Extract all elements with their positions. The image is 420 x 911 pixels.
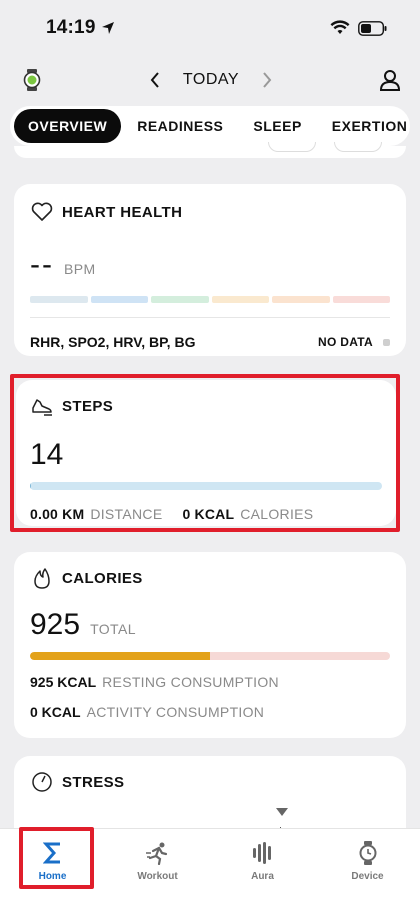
resting-label: RESTING CONSUMPTION [102,674,279,690]
calories-progress-bar [30,652,390,660]
calories-resting-fill [30,652,210,660]
top-header: TODAY [0,56,420,104]
resting-consumption-stat: 925 KCAL RESTING CONSUMPTION [30,674,390,690]
calories-total-value: 925 [30,608,81,641]
wifi-icon [330,20,350,34]
nav-device-label: Device [351,871,384,882]
tab-overview[interactable]: OVERVIEW [14,109,122,143]
bpm-row: -- BPM [30,248,390,282]
nav-device[interactable]: Device [315,835,420,911]
heart-metrics-row: RHR, SPO2, HRV, BP, BG NO DATA [30,334,390,350]
tab-exertion[interactable]: EXERTION [318,109,410,143]
gauge-icon [30,770,54,794]
section-tabs: OVERVIEW READINESS SLEEP EXERTION [10,106,410,146]
card-title: CALORIES [30,566,390,590]
tab-readiness[interactable]: READINESS [123,109,237,143]
nav-workout[interactable]: Workout [105,835,210,911]
tab-sleep[interactable]: SLEEP [239,109,315,143]
status-bar: 14:19 [0,0,420,56]
steps-highlight-box [10,374,400,532]
heart-rate-value: -- [30,248,54,281]
heart-metrics-list: RHR, SPO2, HRV, BP, BG [30,334,196,350]
flame-icon [30,566,54,590]
ring-device-icon[interactable] [20,68,44,92]
person-icon [379,70,400,91]
zone-segment [90,296,148,303]
heart-data-status: NO DATA [318,335,390,349]
stress-title: STRESS [62,773,125,791]
calories-total-row: 925 TOTAL [30,608,390,642]
zone-segment [151,296,209,303]
date-navigator: TODAY [145,70,277,90]
status-dot [383,338,390,346]
nav-aura-label: Aura [251,871,274,882]
calories-title: CALORIES [62,569,143,587]
resting-value: 925 KCAL [30,674,97,690]
aura-icon [249,839,277,867]
heart-icon [30,200,54,224]
battery-icon [358,20,387,36]
stress-marker-icon [276,808,288,816]
chevron-left-icon [150,72,159,88]
activity-consumption-stat: 0 KCAL ACTIVITY CONSUMPTION [30,704,390,720]
nav-workout-label: Workout [137,871,178,882]
card-title: STRESS [30,770,390,794]
heart-rate-unit: BPM [63,261,96,277]
stub-pill [268,142,316,152]
zone-segment [30,296,88,303]
heart-zone-bar [30,296,390,303]
calories-total-unit: TOTAL [90,621,136,637]
divider [30,317,390,318]
zone-segment [211,296,269,303]
activity-label: ACTIVITY CONSUMPTION [86,704,265,720]
zone-segment [272,296,330,303]
previous-card-stub [14,142,406,158]
chevron-right-icon [263,72,272,88]
watch-icon [354,839,382,867]
running-icon [144,839,172,867]
location-arrow-icon [101,22,114,34]
activity-value: 0 KCAL [30,704,81,720]
stub-pill [334,142,382,152]
calories-card[interactable]: CALORIES 925 TOTAL 925 KCAL RESTING CONS… [14,552,406,738]
status-indicators [330,20,388,36]
nav-aura[interactable]: Aura [210,835,315,911]
zone-segment [332,296,390,303]
next-day-button[interactable] [257,70,277,90]
heart-health-title: HEART HEALTH [62,203,183,221]
profile-button[interactable] [378,68,402,92]
nav-home-label: Home [38,871,67,882]
status-time: 14:19 [46,17,115,39]
heart-health-card[interactable]: HEART HEALTH -- BPM RHR, SPO2, HRV, BP, … [14,184,406,356]
sigma-icon [39,839,67,867]
date-label[interactable]: TODAY [183,71,239,89]
no-data-label: NO DATA [318,335,373,349]
bottom-navigation: Home Workout Aura Device [0,828,420,911]
nav-home[interactable]: Home [0,835,105,911]
previous-day-button[interactable] [145,70,165,90]
clock-text: 14:19 [46,17,96,38]
card-title: HEART HEALTH [30,200,390,224]
